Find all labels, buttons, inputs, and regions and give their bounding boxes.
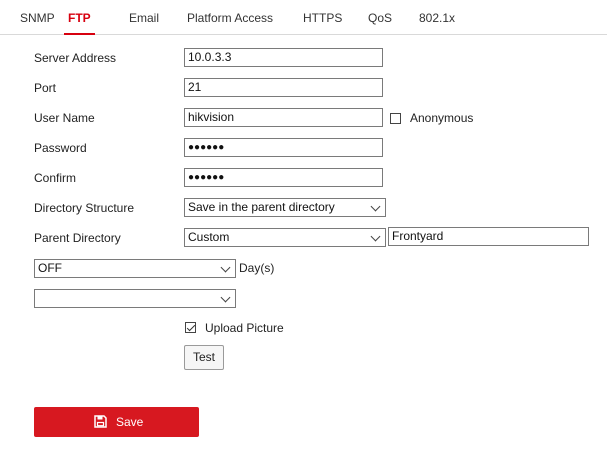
confirm-input[interactable]: ●●●●●● xyxy=(184,168,383,187)
tab-platform-access[interactable]: Platform Access xyxy=(187,0,273,34)
port-label: Port xyxy=(34,81,57,95)
confirm-label: Confirm xyxy=(34,171,77,185)
user-name-label: User Name xyxy=(34,111,95,125)
retention-select[interactable]: OFF xyxy=(34,259,236,278)
parent-directory-label: Parent Directory xyxy=(34,231,121,245)
active-tab-indicator xyxy=(64,33,95,35)
upload-picture-label: Upload Picture xyxy=(205,321,284,335)
user-name-input[interactable]: hikvision xyxy=(184,108,383,127)
parent-directory-value: Custom xyxy=(188,230,230,244)
port-input[interactable]: 21 xyxy=(184,78,383,97)
tab-8021x[interactable]: 802.1x xyxy=(419,0,455,34)
tab-snmp[interactable]: SNMP xyxy=(20,0,55,34)
directory-structure-label: Directory Structure xyxy=(34,201,135,215)
directory-structure-select[interactable]: Save in the parent directory xyxy=(184,198,386,217)
tab-email[interactable]: Email xyxy=(129,0,159,34)
server-address-input[interactable]: 10.0.3.3 xyxy=(184,48,383,67)
chevron-down-icon xyxy=(220,292,231,303)
parent-directory-select[interactable]: Custom xyxy=(184,228,386,247)
secondary-select[interactable] xyxy=(34,289,236,308)
retention-value: OFF xyxy=(38,261,62,275)
checkmark-icon xyxy=(186,322,196,332)
save-button-label: Save xyxy=(116,415,144,429)
password-label: Password xyxy=(34,141,87,155)
parent-directory-custom-input[interactable]: Frontyard xyxy=(388,227,589,246)
anonymous-checkbox[interactable] xyxy=(390,113,401,124)
tab-qos[interactable]: QoS xyxy=(368,0,392,34)
tab-https[interactable]: HTTPS xyxy=(303,0,342,34)
directory-structure-value: Save in the parent directory xyxy=(188,200,335,214)
chevron-down-icon xyxy=(370,201,381,212)
tab-bar: SNMP FTP Email Platform Access HTTPS QoS… xyxy=(0,0,607,35)
floppy-disk-icon xyxy=(94,415,107,428)
server-address-label: Server Address xyxy=(34,51,117,65)
anonymous-label: Anonymous xyxy=(410,111,474,125)
save-button[interactable]: Save xyxy=(34,407,199,437)
days-unit-label: Day(s) xyxy=(239,261,275,275)
password-input[interactable]: ●●●●●● xyxy=(184,138,383,157)
chevron-down-icon xyxy=(370,231,381,242)
chevron-down-icon xyxy=(220,262,231,273)
tab-ftp[interactable]: FTP xyxy=(64,0,95,35)
tab-ftp-label: FTP xyxy=(68,11,91,25)
test-button[interactable]: Test xyxy=(184,345,224,370)
upload-picture-checkbox[interactable] xyxy=(185,322,196,333)
